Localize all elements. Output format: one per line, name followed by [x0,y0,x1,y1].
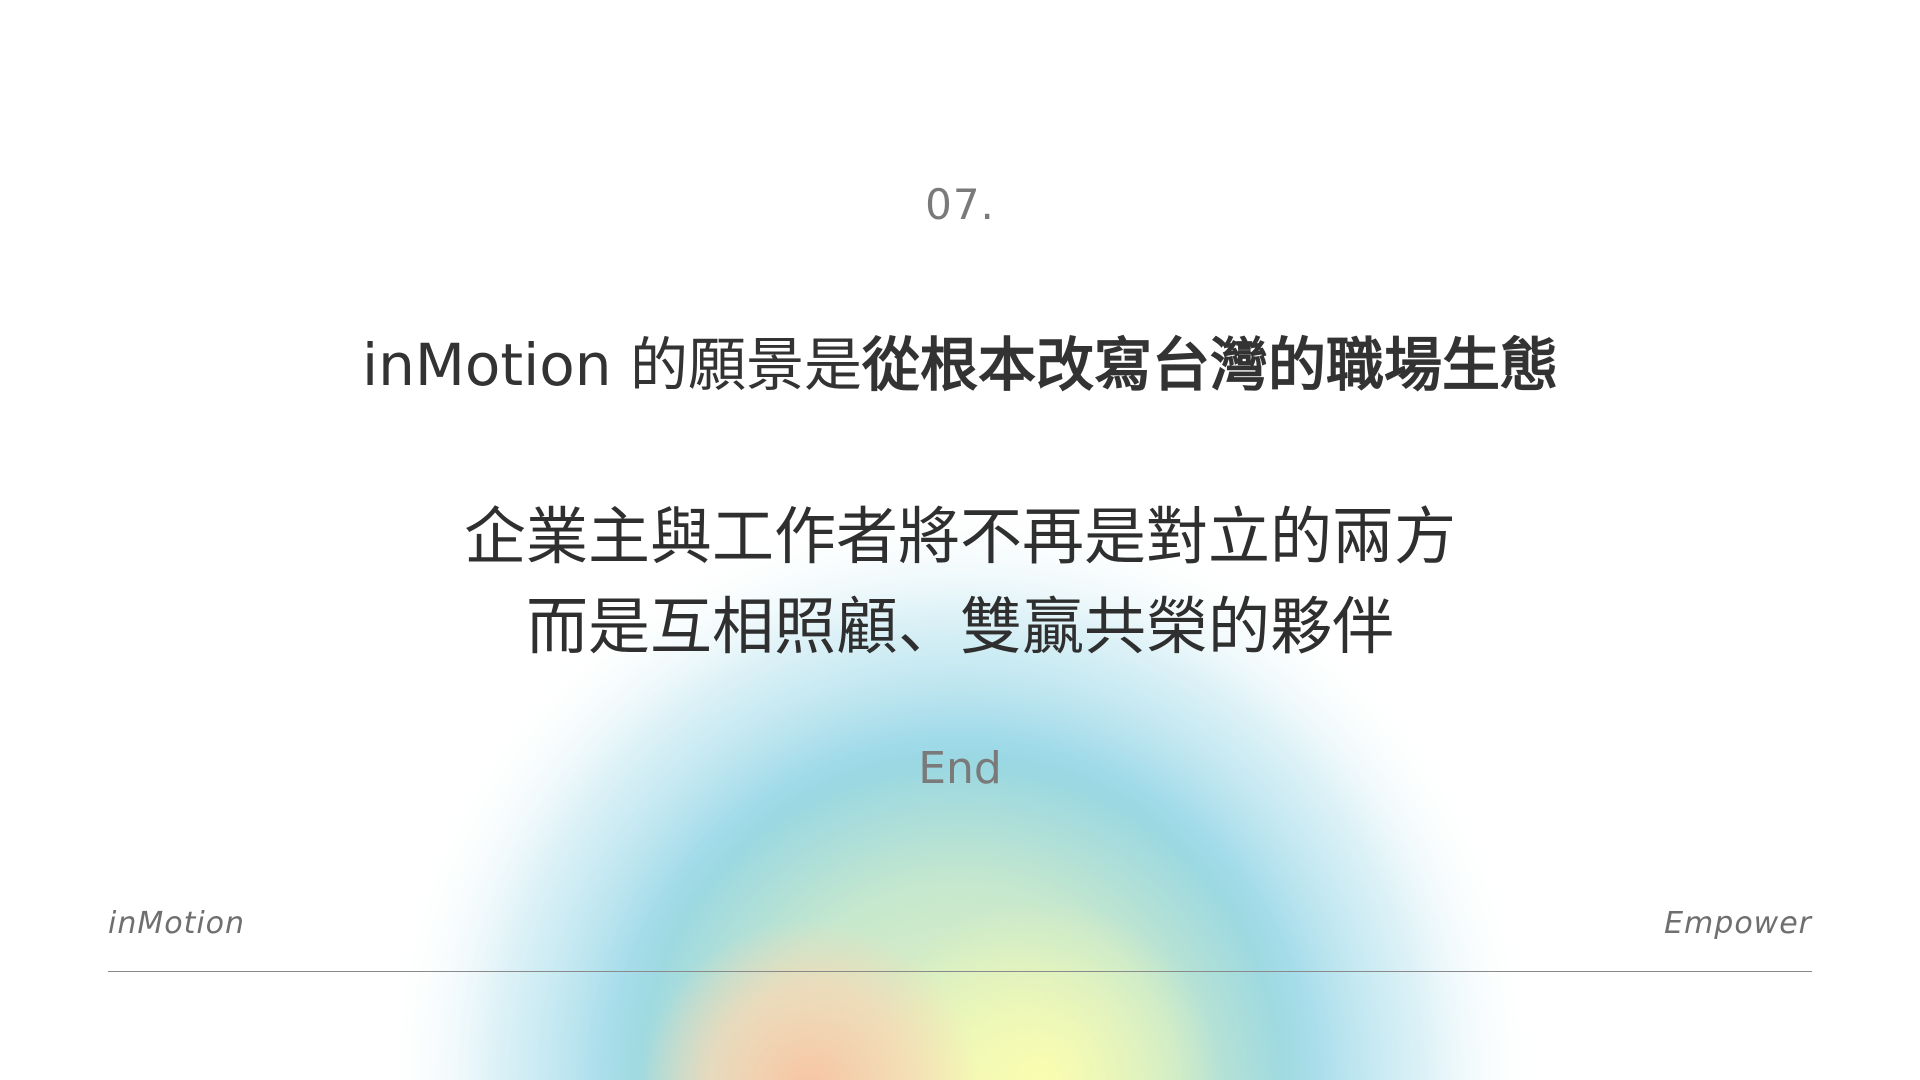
section-number: 07. [925,180,995,229]
headline: inMotion 的願景是從根本改寫台灣的職場生態 [0,318,1920,402]
footer-tagline-label: Empower [1664,906,1812,941]
footer-divider [108,971,1812,972]
statement-line-1: 企業主與工作者將不再是對立的兩方 [463,500,1456,573]
headline-regular: inMotion 的願景是 [362,331,862,399]
statement-line-2: 而是互相照顧、雙贏共榮的夥伴 [525,590,1394,663]
statement: 企業主與工作者將不再是對立的兩方 而是互相照顧、雙贏共榮的夥伴 [0,492,1920,672]
footer-brand-label: inMotion [108,906,246,941]
slide: 07. inMotion 的願景是從根本改寫台灣的職場生態 企業主與工作者將不再… [0,0,1920,1080]
end-label: End [918,743,1002,794]
headline-bold: 從根本改寫台灣的職場生態 [861,331,1558,399]
